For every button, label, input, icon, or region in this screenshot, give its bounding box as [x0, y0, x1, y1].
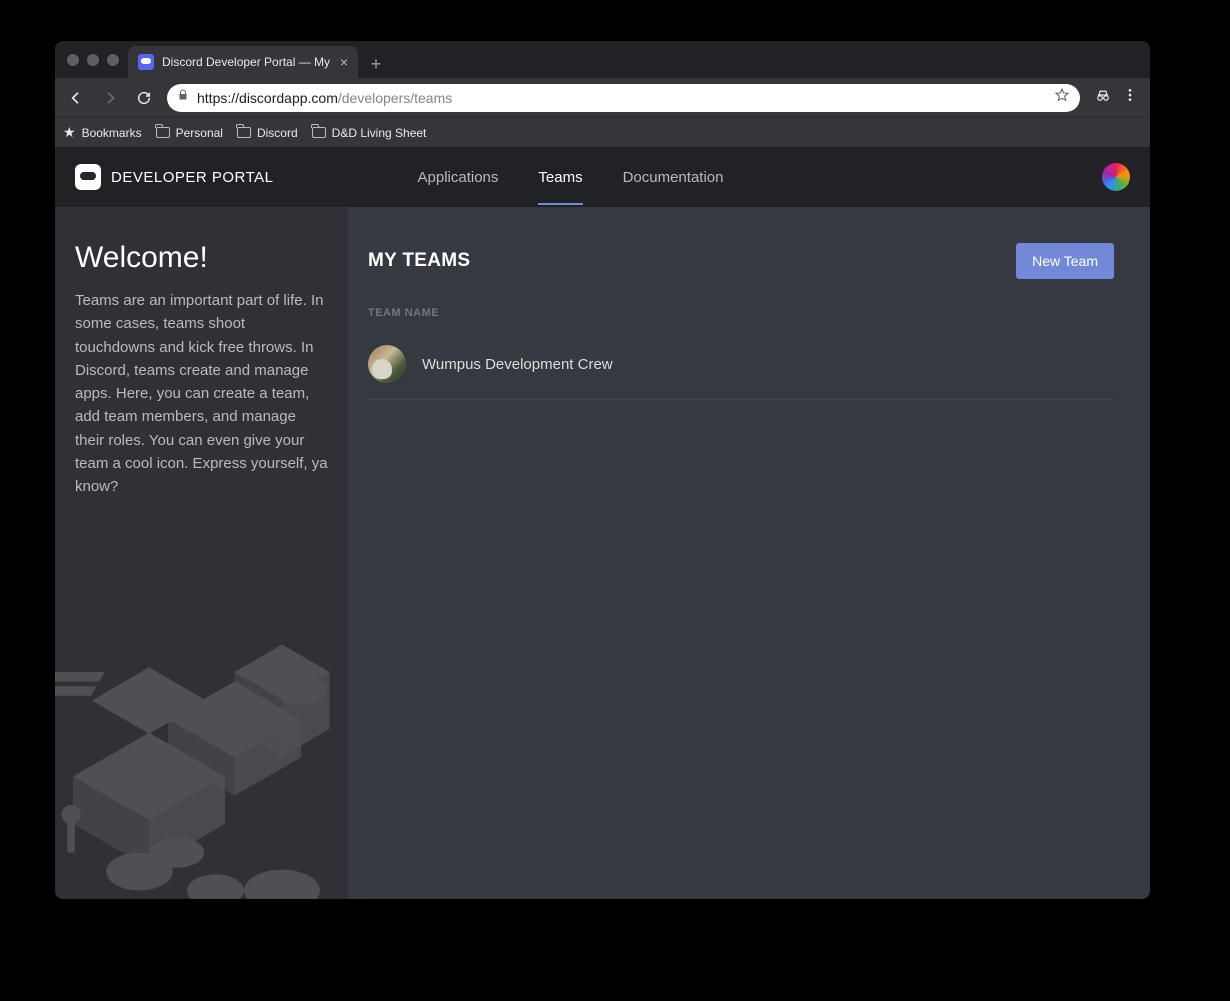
bookmark-personal[interactable]: Personal: [156, 126, 223, 140]
bookmark-label: Bookmarks: [82, 126, 142, 140]
browser-window: Discord Developer Portal — My × + https:…: [55, 41, 1150, 899]
tab-title: Discord Developer Portal — My: [162, 55, 330, 69]
tab-close-icon[interactable]: ×: [340, 55, 348, 69]
header-nav: Applications Teams Documentation: [418, 150, 724, 205]
window-controls[interactable]: [67, 54, 119, 66]
browser-tab-strip: Discord Developer Portal — My × +: [55, 41, 1150, 78]
new-tab-button[interactable]: +: [362, 50, 390, 78]
team-name: Wumpus Development Crew: [422, 356, 613, 373]
app-body: Welcome! Teams are an important part of …: [55, 207, 1150, 899]
url-text: https://discordapp.com/developers/teams: [197, 90, 452, 106]
bookmark-label: Personal: [176, 126, 223, 140]
sidebar-body: Teams are an important part of life. In …: [75, 289, 328, 498]
folder-icon: [156, 127, 170, 138]
bookmarks-bar: ★ Bookmarks Personal Discord D&D Living …: [55, 117, 1150, 147]
window-minimize-dot[interactable]: [87, 54, 99, 66]
app-header: DEVELOPER PORTAL Applications Teams Docu…: [55, 147, 1150, 207]
window-close-dot[interactable]: [67, 54, 79, 66]
browser-toolbar: https://discordapp.com/developers/teams: [55, 78, 1150, 117]
tab-teams[interactable]: Teams: [538, 150, 582, 205]
window-maximize-dot[interactable]: [107, 54, 119, 66]
sidebar: Welcome! Teams are an important part of …: [55, 207, 348, 899]
folder-icon: [312, 127, 326, 138]
new-team-button[interactable]: New Team: [1016, 243, 1114, 279]
logo-text: DEVELOPER PORTAL: [111, 169, 274, 186]
isometric-art-icon: [55, 519, 348, 899]
forward-button[interactable]: [95, 83, 125, 113]
url-host: discordapp.com: [239, 90, 338, 106]
sidebar-title: Welcome!: [75, 241, 328, 275]
url-path: /developers/teams: [338, 90, 452, 106]
incognito-icon[interactable]: [1094, 86, 1112, 109]
main-content: MY TEAMS New Team TEAM NAME Wumpus Devel…: [348, 207, 1150, 899]
reload-button[interactable]: [129, 83, 159, 113]
bookmark-star-icon[interactable]: [1054, 87, 1070, 108]
menu-icon[interactable]: [1122, 87, 1138, 108]
address-bar[interactable]: https://discordapp.com/developers/teams: [167, 84, 1080, 112]
url-prefix: https://: [197, 90, 239, 106]
tab-documentation[interactable]: Documentation: [623, 150, 724, 205]
bookmark-bookmarks[interactable]: ★ Bookmarks: [63, 124, 142, 141]
toolbar-right-icons: [1088, 86, 1144, 109]
discord-logo-icon: [75, 164, 101, 190]
bookmark-discord[interactable]: Discord: [237, 126, 298, 140]
discord-favicon-icon: [138, 54, 154, 70]
user-avatar[interactable]: [1102, 163, 1130, 191]
browser-tab[interactable]: Discord Developer Portal — My ×: [128, 46, 358, 78]
logo[interactable]: DEVELOPER PORTAL: [75, 164, 274, 190]
tab-applications[interactable]: Applications: [418, 150, 499, 205]
back-button[interactable]: [61, 83, 91, 113]
folder-icon: [237, 127, 251, 138]
star-icon: ★: [63, 124, 76, 141]
column-header-team-name: TEAM NAME: [368, 307, 1114, 319]
page-title: MY TEAMS: [368, 250, 470, 272]
team-avatar-icon: [368, 345, 406, 383]
main-header-row: MY TEAMS New Team: [368, 243, 1114, 279]
bookmark-label: D&D Living Sheet: [332, 126, 427, 140]
lock-icon: [177, 88, 189, 107]
team-row[interactable]: Wumpus Development Crew: [368, 337, 1114, 400]
bookmark-label: Discord: [257, 126, 298, 140]
bookmark-dnd[interactable]: D&D Living Sheet: [312, 126, 427, 140]
